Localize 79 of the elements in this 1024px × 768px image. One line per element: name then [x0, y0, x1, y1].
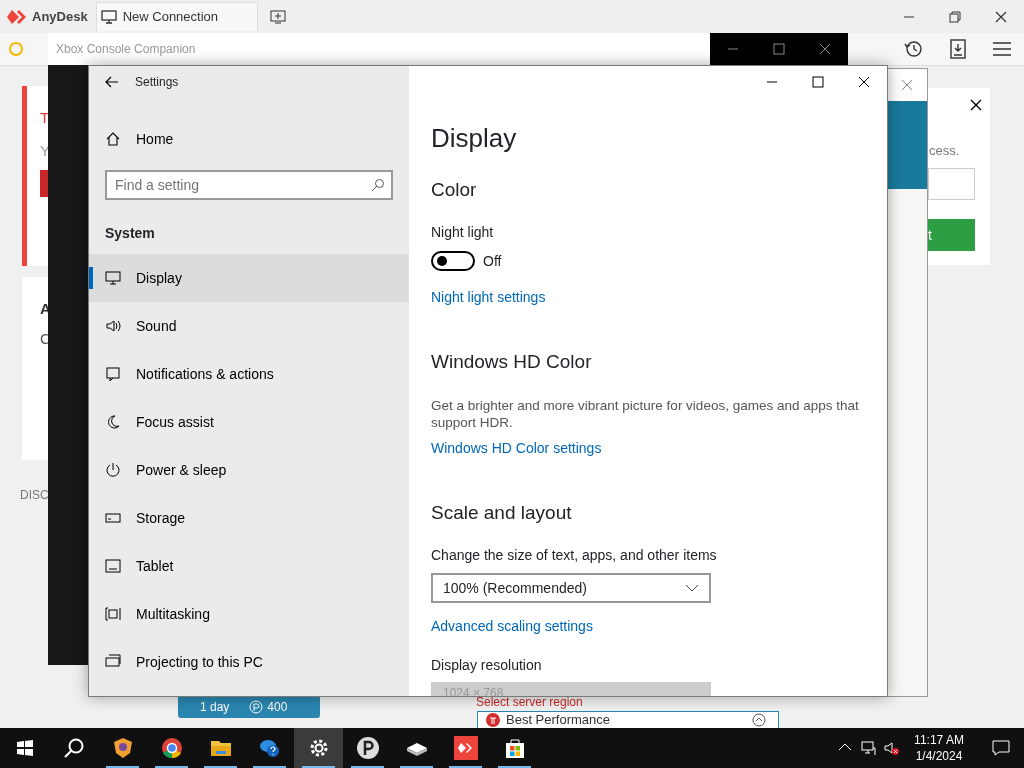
- setting-label: Display resolution: [431, 656, 543, 675]
- maximize-icon: [810, 74, 826, 90]
- nav-item-icon: [105, 414, 121, 430]
- nav-item[interactable]: Display: [89, 254, 409, 302]
- description-text: Get a brighter and more vibrant picture for videos, games and apps that support HDR.: [431, 397, 860, 431]
- tab[interactable]: New Connection: [95, 2, 258, 31]
- history-icon: [903, 38, 925, 60]
- anydesk-icon: [453, 736, 478, 760]
- windows-icon: [15, 739, 34, 757]
- chat-icon: [992, 739, 1010, 757]
- plus-icon: [269, 9, 286, 24]
- nav-item-icon: [105, 462, 121, 478]
- setting-label: Change the size of text, apps, and other items: [431, 546, 718, 565]
- dropdown[interactable]: 100% (Recommended): [431, 573, 711, 603]
- page-title: Display: [431, 122, 518, 155]
- home-link[interactable]: Home: [89, 119, 409, 159]
- section-heading: Scale and layout: [431, 501, 573, 525]
- card-text: cess.: [929, 142, 960, 160]
- input-field[interactable]: [928, 168, 975, 200]
- plan-button[interactable]: 1 day 400: [178, 695, 320, 718]
- button-fragment: [40, 170, 48, 197]
- window-title: Settings: [135, 74, 179, 91]
- nav-item-icon: [105, 270, 121, 286]
- nav-item-icon: [105, 558, 121, 574]
- nav-item-icon: [105, 606, 121, 622]
- status-ring-icon: [8, 41, 24, 57]
- download-icon: [947, 38, 969, 60]
- section-heading: System: [105, 224, 156, 243]
- clock-time: 11:17 AM: [913, 732, 965, 748]
- nav-item[interactable]: Focus assist: [89, 398, 409, 446]
- taskbar-app-button[interactable]: [294, 728, 343, 768]
- section-heading: Windows HD Color: [431, 350, 593, 374]
- restore-icon: [947, 8, 963, 25]
- chevron-icon: [752, 713, 766, 727]
- search-field[interactable]: Find a setting: [105, 170, 393, 200]
- chrome-icon: [159, 736, 184, 760]
- nav-item[interactable]: Power & sleep: [89, 446, 409, 494]
- nav-item[interactable]: Multitasking: [89, 590, 409, 638]
- close-icon: [817, 41, 833, 57]
- maximize-icon: [771, 41, 787, 57]
- network-icon: [859, 740, 876, 756]
- setting-label: Night light: [431, 223, 495, 242]
- search-icon: [62, 737, 85, 759]
- clock-date: 1/4/2024: [914, 748, 964, 764]
- back-arrow-icon: [105, 76, 119, 88]
- monitor-icon: [100, 10, 117, 24]
- minimize-icon: [904, 15, 914, 18]
- region-icon: [486, 713, 500, 727]
- toggle-state: Off: [483, 251, 502, 271]
- coin-icon: [249, 699, 264, 714]
- close-icon: [901, 79, 913, 91]
- region-dropdown[interactable]: Best Performance: [477, 711, 779, 728]
- settings-link[interactable]: Advanced scaling settings: [431, 618, 593, 634]
- nav-item[interactable]: Projecting to this PC: [89, 638, 409, 686]
- settings-link[interactable]: Night light settings: [431, 289, 546, 305]
- minimize-icon: [767, 81, 777, 83]
- field-label: Select server region: [476, 695, 583, 711]
- toggle-switch[interactable]: [431, 251, 475, 271]
- close-icon[interactable]: [970, 98, 982, 111]
- section-heading: Color: [431, 178, 478, 202]
- volume-muted-icon: [882, 740, 899, 756]
- chevron-icon: [685, 584, 699, 592]
- settings-link[interactable]: Windows HD Color settings: [431, 440, 602, 456]
- close-icon: [856, 74, 872, 90]
- nav-item-icon: [105, 654, 121, 670]
- p-app-icon: [355, 736, 380, 760]
- nav-item[interactable]: Notifications & actions: [89, 350, 409, 398]
- nav-item[interactable]: Sound: [89, 302, 409, 350]
- nav-item-icon: [105, 318, 121, 334]
- window-title: Xbox Console Companion: [55, 41, 197, 58]
- section-label: DISC: [20, 487, 49, 504]
- search-icon: [371, 178, 385, 192]
- nav-item-icon: [105, 510, 121, 526]
- nav-item-icon: [105, 366, 121, 382]
- minimize-icon: [728, 48, 738, 50]
- home-icon: [105, 131, 121, 147]
- app-name: AnyDesk: [32, 7, 88, 26]
- nav-item[interactable]: Tablet: [89, 542, 409, 590]
- nav-item[interactable]: Storage: [89, 494, 409, 542]
